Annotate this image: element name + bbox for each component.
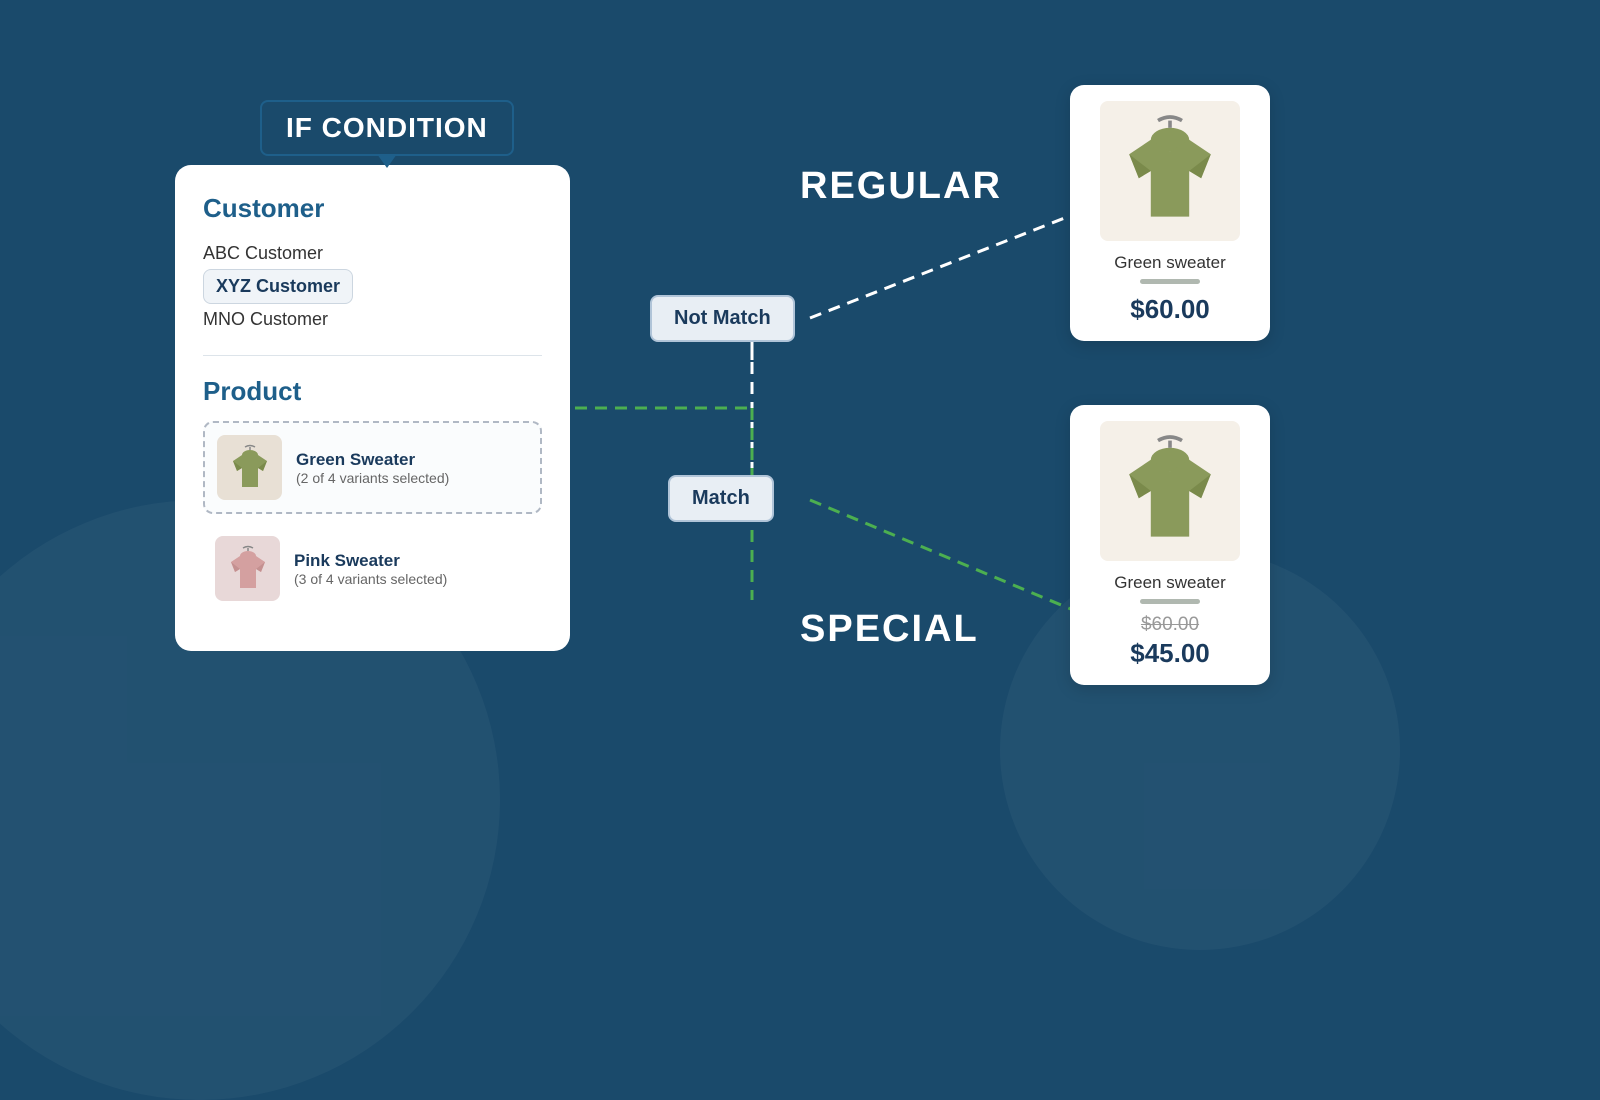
customer-section-title: Customer (203, 193, 542, 224)
regular-card-thumb (1100, 101, 1240, 241)
product-section-title: Product (203, 376, 542, 407)
regular-card-sweater-icon (1110, 111, 1230, 231)
section-divider (203, 355, 542, 356)
customer-list: ABC Customer XYZ Customer MNO Customer (203, 238, 542, 335)
special-card-color-bar (1140, 599, 1200, 604)
special-product-card: Green sweater $60.00 $45.00 (1070, 405, 1270, 685)
product-name-green: Green Sweater (296, 450, 449, 470)
regular-card-product-name: Green sweater (1086, 253, 1254, 273)
special-card-thumb (1100, 421, 1240, 561)
customer-item-abc[interactable]: ABC Customer (203, 238, 542, 269)
special-card-sweater-icon (1110, 431, 1230, 551)
regular-card-price: $60.00 (1086, 294, 1254, 325)
special-label: SPECIAL (800, 608, 979, 651)
product-info-green: Green Sweater (2 of 4 variants selected) (296, 450, 449, 486)
regular-product-card: Green sweater $60.00 (1070, 85, 1270, 341)
not-match-node[interactable]: Not Match (650, 295, 795, 342)
product-item-green[interactable]: Green Sweater (2 of 4 variants selected) (203, 421, 542, 514)
pink-sweater-icon (223, 544, 273, 594)
product-variants-green: (2 of 4 variants selected) (296, 470, 449, 486)
special-card-price-original: $60.00 (1086, 614, 1254, 636)
special-card-product-name: Green sweater (1086, 573, 1254, 593)
regular-label: REGULAR (800, 165, 1002, 208)
product-item-pink[interactable]: Pink Sweater (3 of 4 variants selected) (203, 524, 542, 613)
regular-card-color-bar (1140, 279, 1200, 284)
special-card-price-special: $45.00 (1086, 638, 1254, 669)
condition-badge: IF CONDITION (260, 100, 514, 156)
product-thumb-pink (215, 536, 280, 601)
product-name-pink: Pink Sweater (294, 551, 447, 571)
product-thumb-green (217, 435, 282, 500)
product-variants-pink: (3 of 4 variants selected) (294, 571, 447, 587)
green-sweater-icon (225, 443, 275, 493)
customer-item-mno[interactable]: MNO Customer (203, 304, 542, 335)
match-node[interactable]: Match (668, 475, 774, 522)
product-list: Green Sweater (2 of 4 variants selected)… (203, 421, 542, 613)
customer-item-xyz[interactable]: XYZ Customer (203, 269, 353, 304)
condition-panel: Customer ABC Customer XYZ Customer MNO C… (175, 165, 570, 651)
product-info-pink: Pink Sweater (3 of 4 variants selected) (294, 551, 447, 587)
